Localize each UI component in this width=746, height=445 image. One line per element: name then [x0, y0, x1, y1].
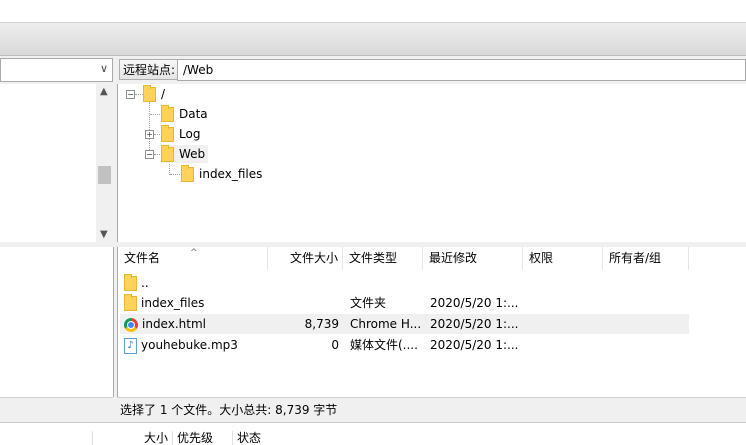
- column-header-type[interactable]: 文件类型: [343, 247, 423, 270]
- file-name: youhebuke.mp3: [141, 338, 238, 352]
- chrome-icon: [124, 317, 138, 332]
- file-size: 8,739: [304, 317, 339, 331]
- local-tree[interactable]: ▲ ▼: [0, 84, 114, 242]
- folder-icon: [124, 294, 137, 311]
- list-item[interactable]: ..: [120, 273, 689, 293]
- local-tree-scrollbar[interactable]: ▲ ▼: [96, 84, 113, 242]
- tree-collapse-root[interactable]: −: [126, 90, 135, 99]
- tree-node-label: index_files: [199, 167, 263, 181]
- folder-icon: [161, 105, 174, 122]
- folder-icon: [181, 165, 194, 182]
- file-modified: 2020/5/20 1:...: [430, 296, 519, 310]
- list-item[interactable]: index.html 8,739 Chrome H... 2020/5/20 1…: [120, 314, 689, 334]
- local-status-bar: [0, 397, 113, 423]
- scroll-up-icon[interactable]: ▲: [100, 86, 108, 97]
- file-type: 文件夹: [350, 296, 387, 310]
- file-list-header: ^ 文件名 文件大小 文件类型 最近修改 权限 所有者/组: [118, 247, 746, 270]
- file-name: ..: [141, 276, 149, 290]
- local-path-combobox[interactable]: ∨: [0, 58, 113, 82]
- title-area: [0, 0, 746, 22]
- toolbar: [0, 22, 746, 56]
- file-name: index_files: [141, 296, 205, 310]
- chevron-down-icon[interactable]: ∨: [100, 62, 108, 75]
- scroll-thumb[interactable]: [98, 166, 111, 184]
- column-header-permissions[interactable]: 权限: [523, 247, 603, 270]
- tree-node-label: /: [161, 87, 166, 101]
- list-item[interactable]: index_files 文件夹 2020/5/20 1:...: [120, 293, 689, 313]
- transfer-queue[interactable]: 大小 优先级 状态: [0, 422, 746, 445]
- tree-collapse-web[interactable]: −: [145, 150, 154, 159]
- remote-site-bar: 远程站点: /Web: [117, 58, 746, 83]
- queue-column-status[interactable]: 状态: [232, 431, 382, 445]
- tree-node-label: Web: [179, 147, 206, 161]
- remote-file-list[interactable]: ^ 文件名 文件大小 文件类型 最近修改 权限 所有者/组 .. index_f…: [117, 247, 746, 397]
- column-header-modified[interactable]: 最近修改: [423, 247, 523, 270]
- tree-node-label: Data: [179, 107, 208, 121]
- tree-expand-log[interactable]: +: [145, 130, 154, 139]
- file-name: index.html: [142, 317, 206, 331]
- status-bar: 选择了 1 个文件。大小总共: 8,739 字节: [117, 397, 746, 422]
- music-file-icon: ♪: [124, 337, 137, 354]
- file-type: Chrome H...: [350, 317, 422, 331]
- file-type: 媒体文件(....: [350, 338, 418, 352]
- file-size: 0: [331, 338, 339, 352]
- remote-tree[interactable]: − / Data + Log − Web index_files: [117, 84, 746, 242]
- tree-node-root[interactable]: /: [143, 85, 165, 103]
- tree-node-log[interactable]: Log: [161, 125, 200, 143]
- folder-icon: [161, 125, 174, 142]
- queue-column-size[interactable]: 大小: [92, 431, 172, 445]
- file-modified: 2020/5/20 1:...: [430, 317, 519, 331]
- tree-node-data[interactable]: Data: [161, 105, 208, 123]
- column-header-name[interactable]: ^ 文件名: [118, 247, 268, 270]
- queue-column-priority[interactable]: 优先级: [172, 431, 232, 445]
- column-header-size[interactable]: 文件大小: [268, 247, 343, 270]
- sort-ascending-icon: ^: [190, 248, 198, 258]
- list-item[interactable]: ♪ youhebuke.mp3 0 媒体文件(.... 2020/5/20 1:.…: [120, 335, 689, 355]
- folder-icon: [161, 145, 174, 162]
- tree-node-web[interactable]: Web: [161, 145, 209, 163]
- tree-node-index-files[interactable]: index_files: [181, 165, 262, 183]
- folder-icon: [143, 85, 156, 102]
- folder-icon: [124, 274, 137, 291]
- remote-path-input[interactable]: /Web: [177, 59, 746, 81]
- column-header-owner[interactable]: 所有者/组: [603, 247, 689, 270]
- file-modified: 2020/5/20 1:...: [430, 338, 519, 352]
- local-file-list[interactable]: [0, 247, 114, 397]
- remote-site-label: 远程站点:: [119, 59, 180, 80]
- tree-node-label: Log: [179, 127, 201, 141]
- scroll-down-icon[interactable]: ▼: [100, 229, 108, 240]
